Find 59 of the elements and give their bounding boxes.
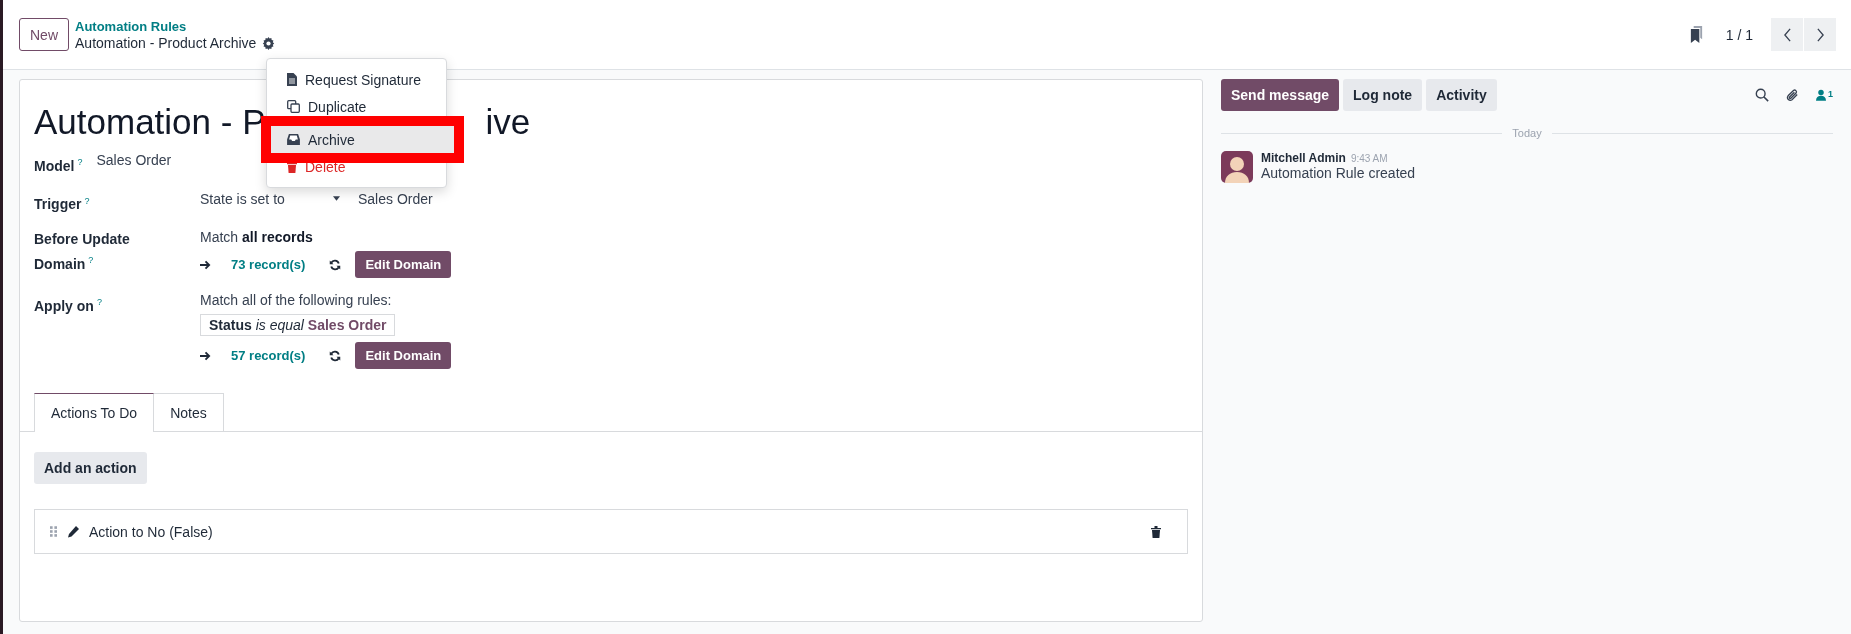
field-label: Before Update Domain $^{?}$ [34,231,130,272]
tab[interactable]: Notes [154,393,224,432]
record-count-link[interactable]: 73 record(s) [231,257,306,273]
chevron-right-icon [1815,27,1825,42]
message-time: 9:43 AM [1350,153,1388,164]
chatter-button[interactable]: Activity [1426,79,1497,111]
field-value: Sales Order [358,190,433,207]
arrow-right-icon [200,259,211,270]
message-body: Automation Rule created [1261,165,1416,181]
author-name: Mitchell Admin [1261,151,1346,165]
menu-item[interactable]: Request Signature [267,66,446,93]
search-icon[interactable] [1755,88,1769,102]
field-label: Trigger $^{?}$ [34,196,90,213]
field-label: Model $^{?}$ [34,156,83,176]
paperclip-icon[interactable] [1785,87,1800,103]
settings-icon[interactable] [262,36,276,50]
new-button[interactable]: New [19,18,69,51]
trash-icon [287,160,297,173]
domain-summary: Match all records [200,229,313,246]
help-mark[interactable]: ? [84,195,90,206]
field-label: Apply on $^{?}$ [34,297,102,314]
caret-icon [333,196,340,202]
action-name: Action to No (False) [89,523,214,540]
bookmark-icon[interactable] [1688,26,1704,43]
document-icon [287,73,297,86]
chatter-button[interactable]: Log note [1343,79,1423,111]
domain-summary: Match all of the following rules: [200,292,392,309]
help-mark[interactable]: ? [77,157,83,167]
previous-button[interactable] [1771,18,1803,51]
chatter-button[interactable]: Send message [1221,79,1340,111]
avatar [1221,151,1253,183]
refresh-icon[interactable] [329,258,342,271]
followers-button[interactable]: 1 [1816,89,1833,101]
arrow-right-icon [200,350,211,361]
date-separator: Today [1512,127,1542,139]
refresh-icon[interactable] [329,349,342,362]
trash-icon[interactable] [1151,525,1161,538]
select-field[interactable]: State is set to [200,190,340,207]
chevron-left-icon [1782,27,1792,42]
pencil-icon [67,525,79,538]
help-mark[interactable]: ? [96,297,102,308]
next-button[interactable] [1804,18,1836,51]
inbox-icon [287,134,300,145]
edit-domain-button[interactable]: Edit Domain [355,342,452,370]
tab[interactable]: Actions To Do [34,393,155,433]
pager-value: 1 / 1 [1725,26,1753,43]
breadcrumb-link[interactable]: Automation Rules [75,17,276,35]
edit-domain-button[interactable]: Edit Domain [355,251,452,279]
record-count-link[interactable]: 57 record(s) [231,348,306,364]
copy-icon [287,100,300,113]
domain-rule-tag: Status is equal Sales Order [200,314,396,337]
add-action-button[interactable]: Add an action [34,452,147,485]
record-name: Automation - Product Archive [75,34,257,52]
menu-item[interactable]: Duplicate [267,93,446,120]
action-row[interactable]: Action to No (False) [34,509,1188,555]
drag-handle-icon[interactable] [50,526,57,538]
help-mark[interactable]: ? [88,255,94,266]
field-value: Sales Order [96,152,172,170]
record-title: ive [485,102,531,142]
